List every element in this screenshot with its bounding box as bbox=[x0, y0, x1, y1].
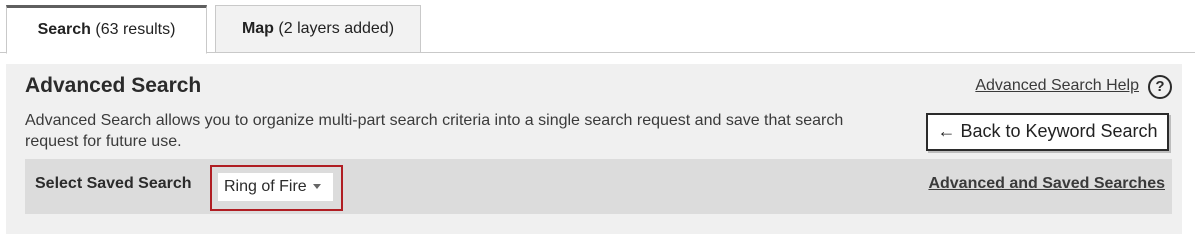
tab-map-label: Map bbox=[241, 20, 274, 37]
tab-map[interactable]: Map (2 layers added) bbox=[215, 5, 421, 53]
advanced-and-saved-searches-link[interactable]: Advanced and Saved Searches bbox=[928, 175, 1165, 193]
saved-search-select-highlight[interactable]: Ring of Fire bbox=[210, 165, 343, 211]
advanced-search-help-link[interactable]: Advanced Search Help bbox=[975, 77, 1139, 95]
saved-search-selected-value: Ring of Fire bbox=[224, 178, 307, 195]
page-title: Advanced Search bbox=[25, 74, 202, 97]
back-to-keyword-search-button[interactable]: ← Back to Keyword Search bbox=[926, 113, 1169, 151]
tab-search[interactable]: Search (63 results) bbox=[6, 5, 207, 54]
saved-search-label: Select Saved Search bbox=[35, 175, 192, 192]
description-text: Advanced Search allows you to organize m… bbox=[25, 112, 844, 150]
advanced-search-panel: Advanced Search Advanced Search Help ? A… bbox=[6, 64, 1182, 234]
chevron-down-icon bbox=[312, 184, 321, 190]
tab-search-count: (63 results) bbox=[95, 21, 176, 38]
tab-bar: Search (63 results) Map (2 layers added) bbox=[0, 0, 1195, 54]
saved-search-select[interactable]: Ring of Fire bbox=[218, 173, 333, 201]
help-icon[interactable]: ? bbox=[1148, 75, 1172, 99]
tab-map-count: (2 layers added) bbox=[278, 20, 395, 37]
saved-search-row: Select Saved Search Ring of Fire Advance… bbox=[25, 159, 1172, 214]
tab-search-label: Search bbox=[37, 21, 91, 38]
